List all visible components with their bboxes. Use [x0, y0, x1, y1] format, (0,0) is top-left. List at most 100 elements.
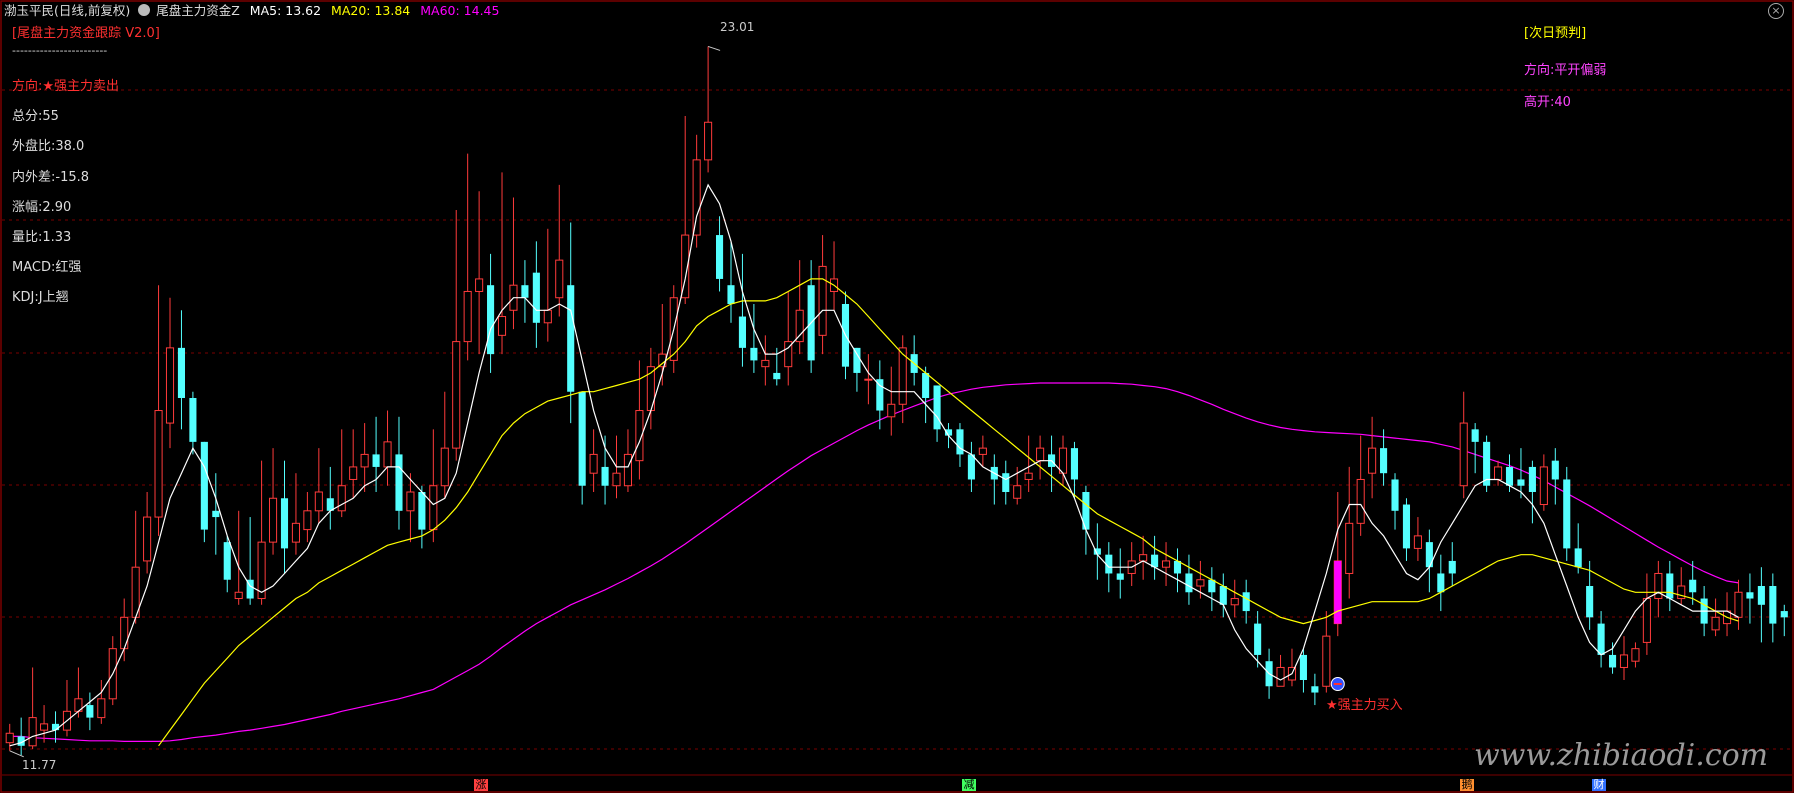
candle-body-up — [268, 497, 278, 543]
bottom-marker-jian[interactable]: 减 — [962, 779, 976, 791]
candle-body-up — [234, 591, 243, 600]
candle-body-down — [1425, 542, 1433, 568]
candle-body-down — [750, 347, 758, 361]
candle-body-down — [601, 466, 609, 486]
candle-body-up — [1734, 591, 1743, 618]
candle-body-down — [1586, 586, 1594, 618]
candle-body-up — [1139, 554, 1148, 562]
candle-body-up — [97, 698, 106, 719]
high-price-label: 23.01 — [720, 20, 755, 34]
candlestick-chart[interactable] — [0, 0, 1794, 793]
indicator-name[interactable]: 尾盘主力资金Z — [156, 3, 240, 18]
candle-body-up — [612, 472, 621, 487]
candle-body-up — [555, 259, 564, 299]
settings-icon[interactable] — [138, 4, 151, 16]
candle-body-down — [1608, 654, 1617, 668]
bottom-marker-e[interactable]: 鹅 — [1460, 779, 1474, 791]
candle-body-down — [1437, 573, 1445, 593]
candle-body-down — [212, 510, 220, 518]
candle-body-up — [623, 453, 633, 487]
candle-body-down — [86, 705, 94, 718]
candle-body-down — [487, 285, 495, 355]
candle-body-up — [337, 485, 346, 512]
candle-body-up — [1230, 598, 1239, 606]
ma60-value: MA60: 14.45 — [420, 3, 500, 18]
ma60-line — [9, 382, 1739, 742]
candle-body-up — [1459, 422, 1468, 487]
candle-body-down — [1689, 579, 1697, 593]
candle-body-down — [177, 347, 186, 398]
forecast-direction: 方向:平开偏弱 — [1524, 63, 1607, 78]
candle-body-up — [1013, 485, 1022, 499]
candle-body-up — [1276, 666, 1285, 687]
outer-ratio: 外盘比:38.0 — [12, 139, 85, 154]
candle-body-down — [738, 316, 746, 348]
candle-body-up — [5, 732, 14, 744]
candle-body-up — [154, 410, 163, 518]
candle-body-up — [165, 347, 175, 424]
candle-body-down — [1185, 573, 1193, 593]
candle-body-down — [1402, 504, 1411, 549]
candle-body-down — [1299, 654, 1307, 680]
candle-body-down — [1116, 573, 1124, 580]
candle-body-up — [1654, 572, 1663, 600]
candle-body-down — [1380, 448, 1388, 474]
bottom-marker-zhang[interactable]: 涨 — [474, 779, 488, 791]
candle-body-up — [291, 522, 300, 543]
candle-body-down — [1002, 473, 1010, 492]
candle-body-up — [1711, 616, 1720, 631]
candle-body-down — [922, 372, 930, 398]
candle-body-up — [1161, 560, 1171, 568]
candle-body-up — [1413, 535, 1422, 549]
forecast-gap: 高开:40 — [1524, 95, 1571, 110]
panel-title: [尾盘主力资金跟踪 V2.0] — [12, 26, 160, 41]
candle-body-down — [967, 454, 975, 480]
buy-signal-bar — [1334, 560, 1342, 624]
direction-text: 方向:★强主力卖出 — [12, 79, 120, 94]
forecast-title: [次日预判] — [1524, 26, 1587, 41]
candle-body-up — [1368, 447, 1377, 474]
candle-body-down — [1505, 466, 1514, 486]
candle-body-up — [704, 121, 713, 161]
candle-body-up — [1619, 654, 1629, 668]
candle-body-up — [887, 403, 896, 418]
inner-outer-diff: 内外差:-15.8 — [12, 170, 90, 185]
candle-body-up — [1539, 466, 1548, 506]
bottom-marker-cai[interactable]: 财 — [1592, 779, 1606, 791]
candle-body-down — [1757, 586, 1765, 605]
candle-body-down — [1746, 592, 1754, 599]
candle-body-down — [1391, 479, 1399, 511]
candle-body-up — [1322, 635, 1331, 687]
candle-body-up — [303, 510, 312, 531]
candle-body-down — [395, 454, 403, 511]
candle-body-up — [1631, 648, 1640, 662]
kdj-status: KDJ:J上翘 — [12, 290, 69, 305]
stock-name[interactable]: 渤玉平民(日线,前复权) — [4, 3, 130, 18]
candle-body-down — [956, 429, 964, 455]
ma60-line-group — [9, 382, 1739, 742]
close-icon[interactable]: × — [1768, 3, 1784, 19]
candle-body-up — [440, 447, 449, 487]
candle-body-down — [1070, 448, 1079, 480]
candle-body-up — [543, 309, 552, 324]
candle-body-up — [761, 359, 770, 368]
candle-body-up — [589, 453, 598, 474]
candle-body-up — [257, 541, 266, 600]
candle-body-down — [1311, 686, 1319, 693]
ma20-line-group — [158, 278, 1739, 747]
candle-body-down — [1563, 479, 1571, 549]
candle-body-up — [349, 466, 358, 480]
macd-status: MACD:红强 — [12, 260, 82, 275]
candle-body-down — [1666, 573, 1674, 599]
candle-body-up — [463, 290, 472, 343]
candle-body-up — [452, 341, 461, 449]
candle-body-down — [1517, 479, 1525, 486]
candle-body-up — [406, 491, 415, 512]
candle-body-down — [1219, 586, 1227, 605]
candle-body-up — [1036, 447, 1045, 462]
candle-body-down — [1242, 592, 1250, 612]
candle-body-up — [314, 491, 323, 512]
ma20-line — [158, 278, 1739, 747]
candle-body-up — [475, 278, 484, 292]
candle-body-up — [1356, 478, 1365, 524]
